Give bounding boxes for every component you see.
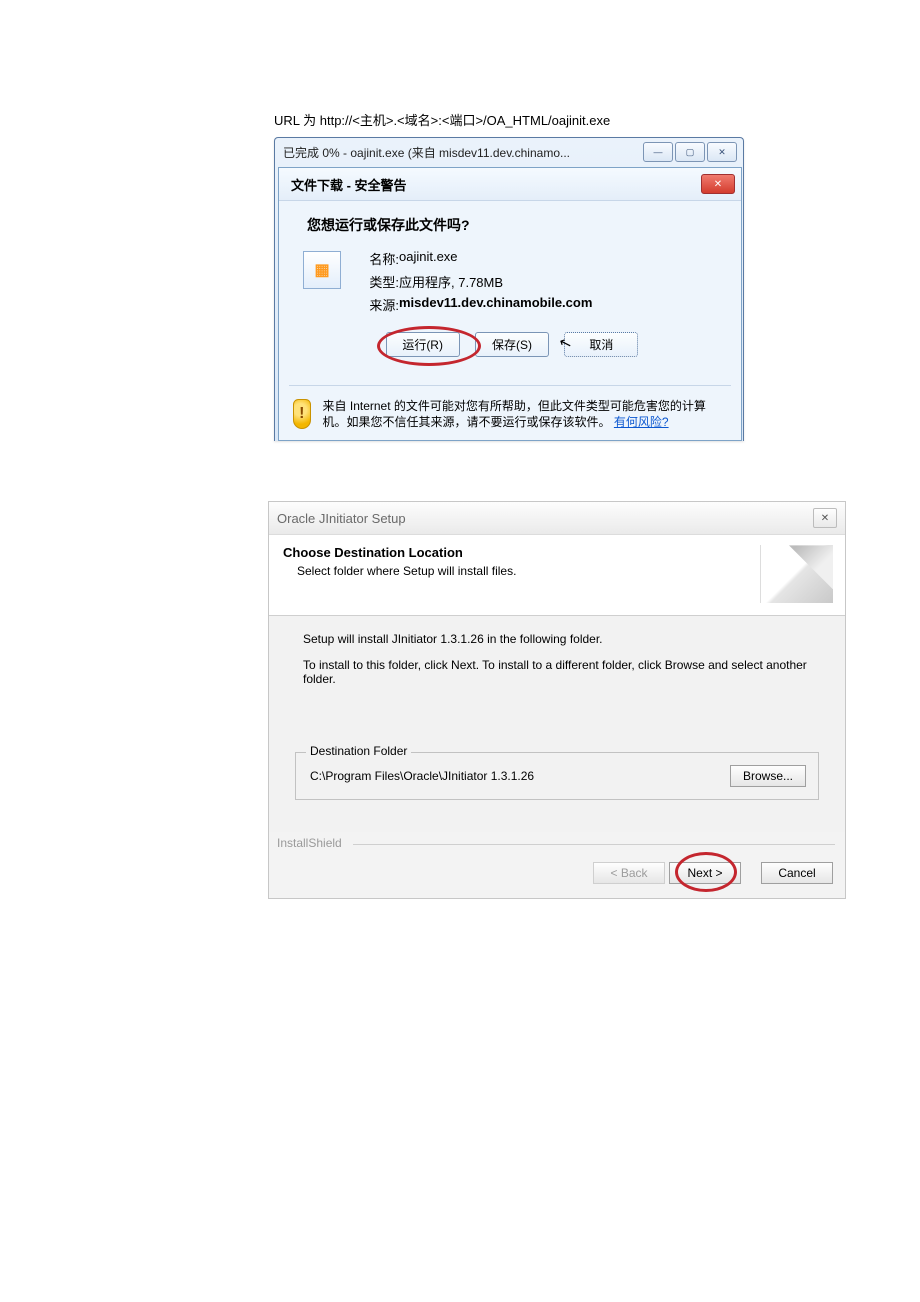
shield-warning-icon: ! (293, 399, 311, 429)
minimize-button[interactable]: — (643, 142, 673, 162)
label-source: 来源: (353, 295, 399, 314)
value-name: oajinit.exe (399, 249, 592, 268)
cancel-button[interactable]: 取消 (564, 332, 638, 357)
maximize-button[interactable]: ▢ (675, 142, 705, 162)
jinitiator-setup-window: Oracle JInitiator Setup ✕ Choose Destina… (268, 501, 846, 899)
security-warning-text: 来自 Internet 的文件可能对您有所帮助，但此文件类型可能危害您的计算机。… (323, 398, 727, 430)
label-name: 名称: (353, 249, 399, 268)
url-line: URL 为 http://<主机>.<域名>:<端口>/OA_HTML/oaji… (274, 110, 848, 129)
wizard-text-1: Setup will install JInitiator 1.3.1.26 i… (303, 632, 819, 646)
wizard-text-2: To install to this folder, click Next. T… (303, 658, 819, 686)
wizard-title: Oracle JInitiator Setup (277, 511, 813, 526)
file-exe-icon: ▦ (303, 251, 341, 289)
security-warning-title: 文件下载 - 安全警告 (291, 175, 701, 194)
page-curl-decoration (760, 545, 833, 603)
label-type: 类型: (353, 272, 399, 291)
value-source: misdev11.dev.chinamobile.com (399, 295, 592, 314)
risk-link[interactable]: 有何风险? (614, 415, 669, 429)
destination-legend: Destination Folder (306, 744, 411, 758)
browse-button[interactable]: Browse... (730, 765, 806, 787)
run-button[interactable]: 运行(R) (386, 332, 460, 357)
next-button[interactable]: Next > (669, 862, 741, 884)
security-warning-dialog: 文件下载 - 安全警告 ✕ 您想运行或保存此文件吗? ▦ 名称: oajinit… (278, 167, 742, 441)
close-icon[interactable]: ✕ (701, 174, 735, 194)
wizard-subheading: Select folder where Setup will install f… (297, 564, 760, 578)
close-button[interactable]: ✕ (707, 142, 737, 162)
download-progress-window: 已完成 0% - oajinit.exe (来自 misdev11.dev.ch… (274, 137, 744, 441)
cancel-button[interactable]: Cancel (761, 862, 833, 884)
save-button[interactable]: 保存(S) (475, 332, 549, 357)
back-button: < Back (593, 862, 665, 884)
installshield-brand: InstallShield (269, 832, 845, 854)
destination-path: C:\Program Files\Oracle\JInitiator 1.3.1… (310, 769, 730, 783)
download-progress-title: 已完成 0% - oajinit.exe (来自 misdev11.dev.ch… (283, 144, 641, 161)
security-warning-heading: 您想运行或保存此文件吗? (307, 215, 721, 235)
close-icon[interactable]: ✕ (813, 508, 837, 528)
destination-folder-group: Destination Folder C:\Program Files\Orac… (295, 752, 819, 800)
value-type: 应用程序, 7.78MB (399, 272, 592, 291)
wizard-heading: Choose Destination Location (283, 545, 760, 560)
